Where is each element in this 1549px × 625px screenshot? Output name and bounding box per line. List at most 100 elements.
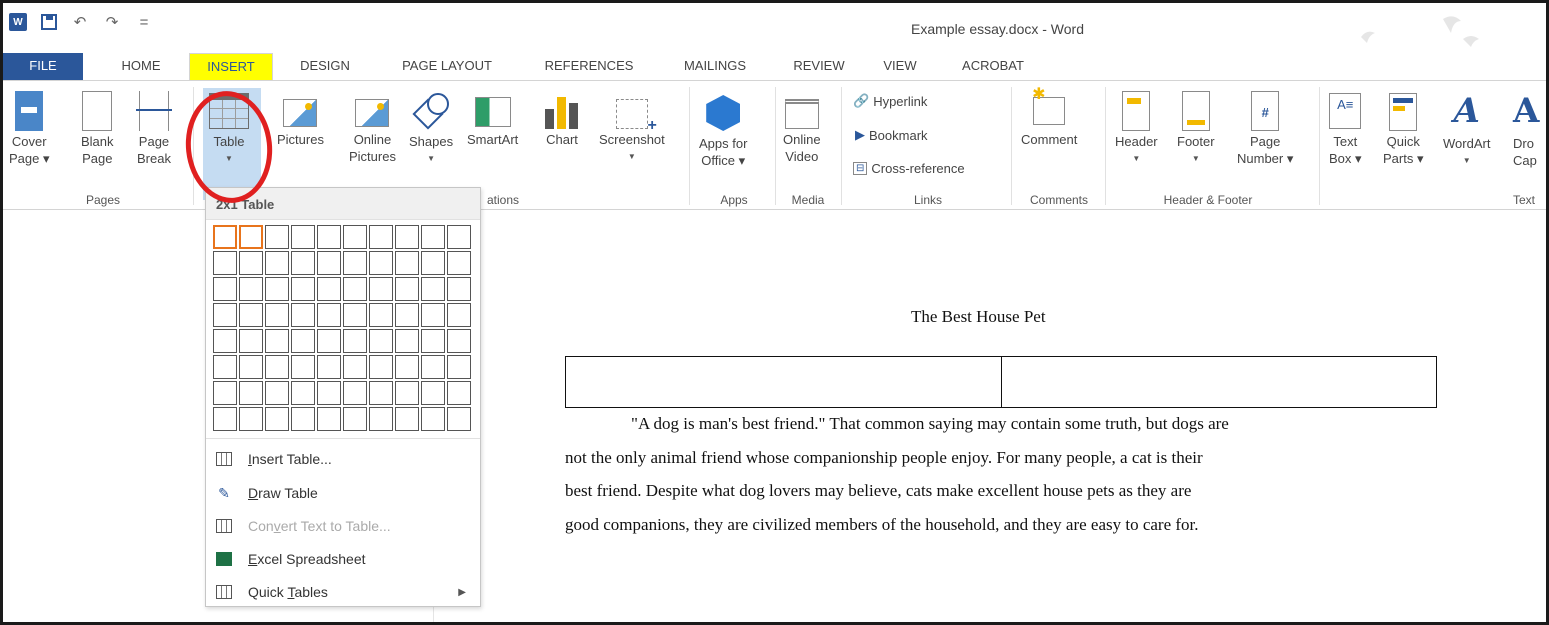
table-grid-cell[interactable] bbox=[343, 407, 367, 431]
table-grid-cell[interactable] bbox=[239, 277, 263, 301]
tab-insert[interactable]: INSERT bbox=[189, 53, 273, 80]
table-grid-cell[interactable] bbox=[369, 277, 393, 301]
table-grid-cell[interactable] bbox=[447, 329, 471, 353]
footer-button[interactable]: Footer ▼ bbox=[1177, 89, 1215, 167]
table-grid-cell[interactable] bbox=[291, 303, 315, 327]
table-grid-cell[interactable] bbox=[213, 407, 237, 431]
table-cell[interactable] bbox=[566, 357, 1002, 407]
table-grid-cell[interactable] bbox=[291, 251, 315, 275]
comment-button[interactable]: Comment bbox=[1021, 86, 1077, 148]
tab-file[interactable]: FILE bbox=[3, 53, 83, 80]
table-grid-cell[interactable] bbox=[369, 303, 393, 327]
chart-button[interactable]: Chart bbox=[545, 89, 579, 148]
undo-icon[interactable]: ↶ bbox=[71, 13, 89, 31]
table-grid-cell[interactable] bbox=[213, 277, 237, 301]
table-grid-cell[interactable] bbox=[395, 355, 419, 379]
table-grid-cell[interactable] bbox=[369, 355, 393, 379]
table-grid-cell[interactable] bbox=[447, 303, 471, 327]
table-grid-cell[interactable] bbox=[317, 329, 341, 353]
hyperlink-button[interactable]: 🔗 Hyperlink bbox=[853, 93, 927, 109]
tab-review[interactable]: REVIEW bbox=[781, 53, 857, 80]
table-grid-cell[interactable] bbox=[291, 329, 315, 353]
text-box-button[interactable]: A≡ Text Box ▾ bbox=[1329, 89, 1362, 167]
table-grid-cell[interactable] bbox=[421, 355, 445, 379]
table-grid-cell[interactable] bbox=[239, 251, 263, 275]
table-grid-cell[interactable] bbox=[369, 329, 393, 353]
menu-item-quick-tables[interactable]: Quick Tables ▶ bbox=[206, 577, 480, 607]
document-heading[interactable]: The Best House Pet bbox=[911, 307, 1046, 327]
table-grid-cell[interactable] bbox=[343, 329, 367, 353]
table-grid-cell[interactable] bbox=[265, 355, 289, 379]
table-grid-cell[interactable] bbox=[239, 407, 263, 431]
table-grid-cell[interactable] bbox=[291, 355, 315, 379]
tab-mailings[interactable]: MAILINGS bbox=[667, 53, 763, 80]
table-grid-cell[interactable] bbox=[213, 225, 237, 249]
table-cell[interactable] bbox=[1002, 357, 1437, 407]
table-grid-cell[interactable] bbox=[395, 407, 419, 431]
table-grid-cell[interactable] bbox=[239, 225, 263, 249]
table-grid-cell[interactable] bbox=[421, 277, 445, 301]
table-grid-cell[interactable] bbox=[421, 407, 445, 431]
header-button[interactable]: Header ▼ bbox=[1115, 89, 1158, 167]
table-grid-cell[interactable] bbox=[447, 407, 471, 431]
table-grid-cell[interactable] bbox=[291, 225, 315, 249]
table-grid-cell[interactable] bbox=[395, 225, 419, 249]
table-grid-cell[interactable] bbox=[395, 277, 419, 301]
table-grid-cell[interactable] bbox=[317, 225, 341, 249]
table-grid-cell[interactable] bbox=[343, 225, 367, 249]
table-grid-cell[interactable] bbox=[291, 407, 315, 431]
tab-references[interactable]: REFERENCES bbox=[529, 53, 649, 80]
tab-view[interactable]: VIEW bbox=[873, 53, 927, 80]
table-grid-cell[interactable] bbox=[343, 381, 367, 405]
inserted-table[interactable] bbox=[565, 356, 1437, 408]
table-grid-cell[interactable] bbox=[291, 381, 315, 405]
table-grid-cell[interactable] bbox=[265, 303, 289, 327]
table-grid-cell[interactable] bbox=[317, 355, 341, 379]
customize-qat-icon[interactable]: = bbox=[135, 13, 153, 31]
table-grid-cell[interactable] bbox=[421, 303, 445, 327]
quick-parts-button[interactable]: Quick Parts ▾ bbox=[1383, 89, 1423, 167]
table-grid-cell[interactable] bbox=[239, 303, 263, 327]
table-grid-cell[interactable] bbox=[239, 329, 263, 353]
table-grid-cell[interactable] bbox=[213, 381, 237, 405]
document-paragraph[interactable]: "A dog is man's best friend." That commo… bbox=[565, 411, 1445, 545]
table-grid-cell[interactable] bbox=[369, 225, 393, 249]
table-grid-cell[interactable] bbox=[343, 355, 367, 379]
table-grid-cell[interactable] bbox=[395, 329, 419, 353]
table-grid-cell[interactable] bbox=[343, 277, 367, 301]
drop-cap-button[interactable]: A Dro Cap bbox=[1513, 89, 1539, 169]
table-grid-cell[interactable] bbox=[447, 251, 471, 275]
menu-item-excel[interactable]: Excel Spreadsheet bbox=[206, 544, 480, 574]
save-icon[interactable] bbox=[41, 14, 57, 30]
blank-page-button[interactable]: Blank Page bbox=[81, 89, 114, 167]
table-grid-cell[interactable] bbox=[213, 329, 237, 353]
tab-page-layout[interactable]: PAGE LAYOUT bbox=[383, 53, 511, 80]
table-grid-cell[interactable] bbox=[265, 225, 289, 249]
table-grid-cell[interactable] bbox=[421, 381, 445, 405]
pictures-button[interactable]: Pictures bbox=[277, 89, 324, 148]
tab-design[interactable]: DESIGN bbox=[287, 53, 363, 80]
table-grid-cell[interactable] bbox=[213, 303, 237, 327]
table-grid-cell[interactable] bbox=[265, 251, 289, 275]
table-grid-cell[interactable] bbox=[213, 251, 237, 275]
table-grid-cell[interactable] bbox=[447, 225, 471, 249]
online-video-button[interactable]: Online Video bbox=[783, 89, 821, 165]
table-button[interactable]: Table ▼ bbox=[209, 89, 249, 167]
table-grid-cell[interactable] bbox=[317, 277, 341, 301]
screenshot-button[interactable]: Screenshot ▼ bbox=[599, 89, 665, 165]
bookmark-button[interactable]: ▶ Bookmark bbox=[855, 127, 928, 143]
page-break-button[interactable]: Page Break bbox=[135, 89, 172, 167]
table-grid-cell[interactable] bbox=[447, 277, 471, 301]
cross-reference-button[interactable]: ⊟ Cross-reference bbox=[853, 161, 965, 176]
table-grid-cell[interactable] bbox=[343, 303, 367, 327]
table-grid-cell[interactable] bbox=[317, 407, 341, 431]
table-grid-cell[interactable] bbox=[317, 251, 341, 275]
apps-for-office-button[interactable]: Apps for Office ▾ bbox=[699, 89, 747, 169]
table-grid-cell[interactable] bbox=[213, 355, 237, 379]
online-pictures-button[interactable]: Online Pictures bbox=[349, 89, 396, 165]
table-size-grid[interactable] bbox=[212, 224, 472, 432]
table-grid-cell[interactable] bbox=[265, 381, 289, 405]
table-grid-cell[interactable] bbox=[239, 381, 263, 405]
table-grid-cell[interactable] bbox=[369, 251, 393, 275]
page-number-button[interactable]: # Page Number ▾ bbox=[1237, 89, 1293, 167]
